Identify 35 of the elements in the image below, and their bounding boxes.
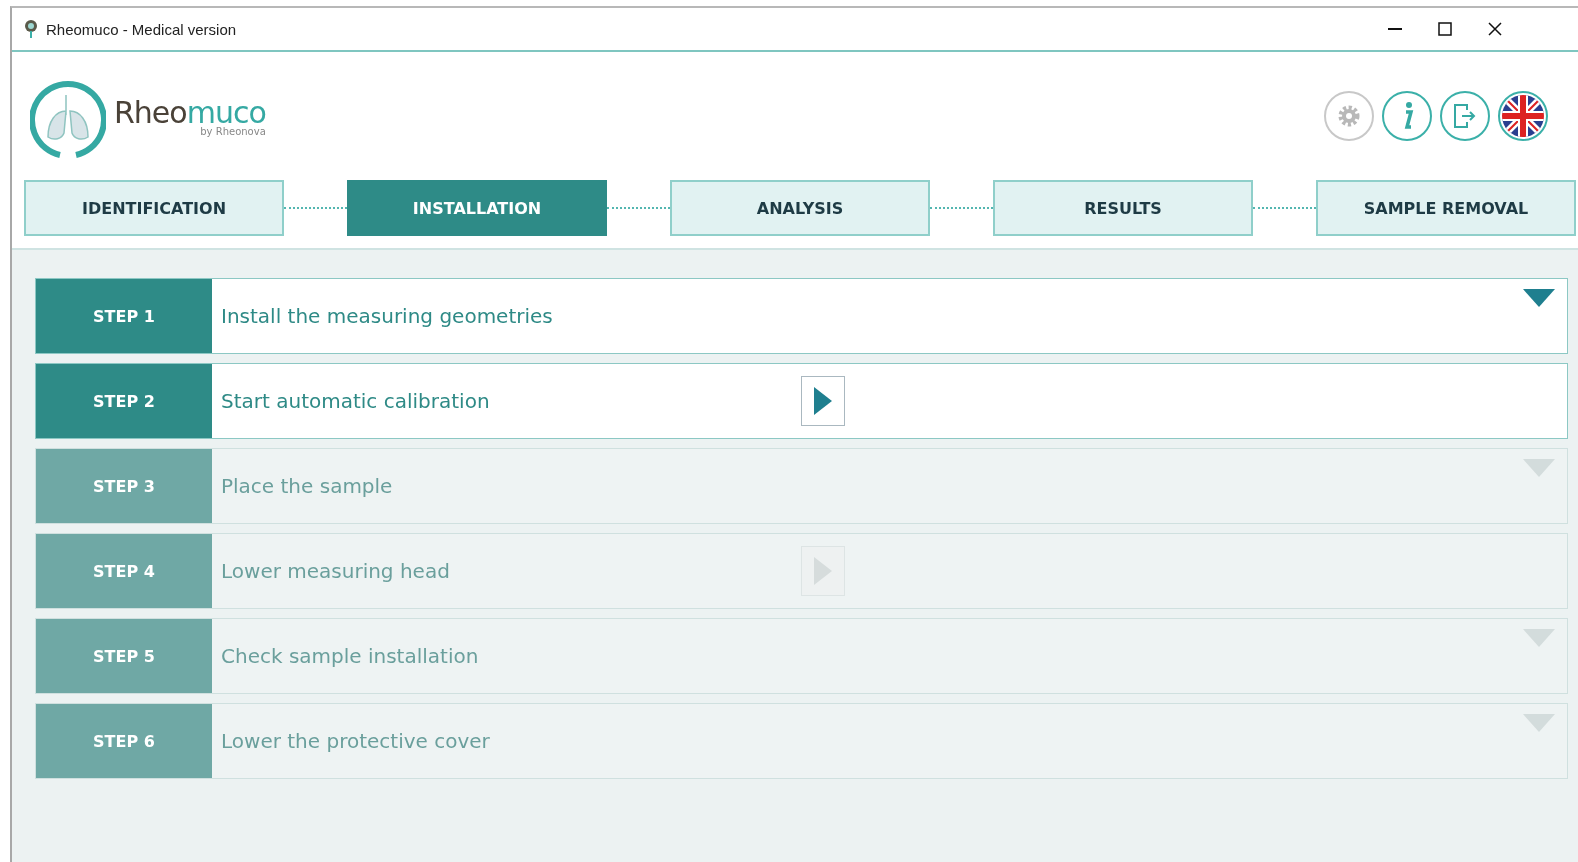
step-label: STEP 6 [36,704,212,778]
step-label: STEP 1 [36,279,212,353]
step-tab[interactable]: ANALYSIS [670,180,930,236]
maximize-icon[interactable] [1438,22,1452,36]
logout-button[interactable] [1440,91,1490,141]
step-text: Install the measuring geometries [221,304,554,328]
step-label: STEP 4 [36,534,212,608]
window-title: Rheomuco - Medical version [46,20,238,38]
info-button[interactable] [1382,91,1432,141]
play-button[interactable] [801,376,845,426]
settings-icon [1336,103,1362,129]
step-text: Lower measuring head [221,559,451,583]
language-button[interactable] [1498,91,1548,141]
flag-icon [1502,95,1544,137]
play-icon [814,557,832,585]
step-text: Lower the protective cover [221,729,491,753]
minimize-icon[interactable] [1388,27,1402,31]
step-tab[interactable]: RESULTS [993,180,1253,236]
step-text: Place the sample [221,474,394,498]
caret-icon[interactable] [1523,289,1555,307]
settings-button[interactable] [1324,91,1374,141]
step-row[interactable]: STEP 2 Start automatic calibration [35,363,1568,439]
app-icon [24,19,38,39]
step-tab[interactable]: INSTALLATION [347,180,607,236]
step-label: STEP 2 [36,364,212,438]
play-icon [814,387,832,415]
step-tab[interactable]: SAMPLE REMOVAL [1316,180,1576,236]
close-icon[interactable] [1488,22,1502,36]
step-text: Check sample installation [221,644,480,668]
step-label: STEP 5 [36,619,212,693]
step-row[interactable]: STEP 1 Install the measuring geometries [35,278,1568,354]
step-text: Start automatic calibration [221,389,491,413]
step-tab[interactable]: IDENTIFICATION [24,180,284,236]
logout-icon [1452,102,1478,130]
step-label: STEP 3 [36,449,212,523]
